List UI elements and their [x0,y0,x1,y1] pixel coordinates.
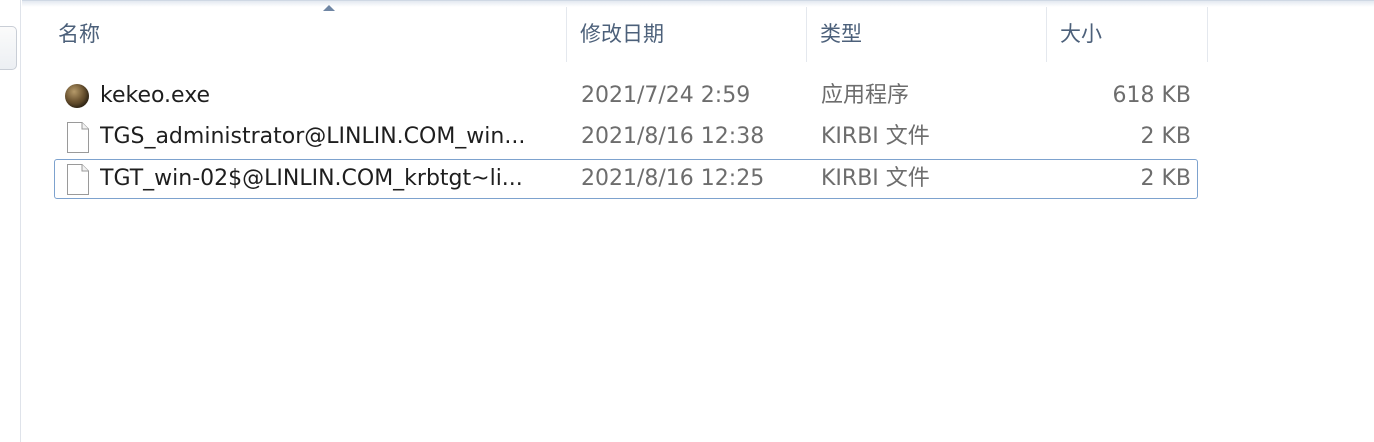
document-icon [63,118,91,156]
file-type: KIRBI 文件 [821,124,930,149]
column-header-type-label: 类型 [820,22,862,46]
file-row[interactable]: kekeo.exe 2021/7/24 2:59 应用程序 618 KB [54,76,1198,116]
column-header-size[interactable]: 大小 [1047,7,1208,62]
column-header-size-label: 大小 [1060,22,1102,46]
column-header-bar: 名称 修改日期 类型 大小 [22,5,1374,62]
file-name: kekeo.exe [100,83,211,108]
file-row[interactable]: TGS_administrator@LINLIN.COM_win... 2021… [54,117,1198,157]
sort-up-arrow-icon [323,5,335,11]
file-date-modified: 2021/8/16 12:25 [581,166,765,191]
file-date-modified: 2021/7/24 2:59 [581,83,751,108]
column-header-date-label: 修改日期 [580,22,664,46]
column-header-name-label: 名称 [58,22,100,46]
column-header-name[interactable]: 名称 [45,5,567,62]
file-row-focused[interactable]: TGT_win-02$@LINLIN.COM_krbtgt~li... 2021… [54,159,1198,199]
file-explorer-window: 名称 修改日期 类型 大小 kekeo.exe 2021/7/24 2:59 应… [0,0,1374,442]
column-header-date-modified[interactable]: 修改日期 [567,7,807,62]
file-name: TGS_administrator@LINLIN.COM_win... [100,124,526,149]
file-size: 2 KB [1140,124,1191,149]
file-name: TGT_win-02$@LINLIN.COM_krbtgt~li... [100,166,523,191]
navigation-pane-scrollbar[interactable] [0,26,17,70]
column-header-type[interactable]: 类型 [807,7,1047,62]
document-icon [63,160,91,198]
file-type: 应用程序 [821,83,910,108]
navigation-pane [0,0,21,442]
file-size: 2 KB [1140,166,1191,191]
file-date-modified: 2021/8/16 12:38 [581,124,765,149]
application-icon [63,77,91,115]
toolbar-divider [22,0,1374,7]
file-size: 618 KB [1112,83,1191,108]
file-type: KIRBI 文件 [821,166,930,191]
